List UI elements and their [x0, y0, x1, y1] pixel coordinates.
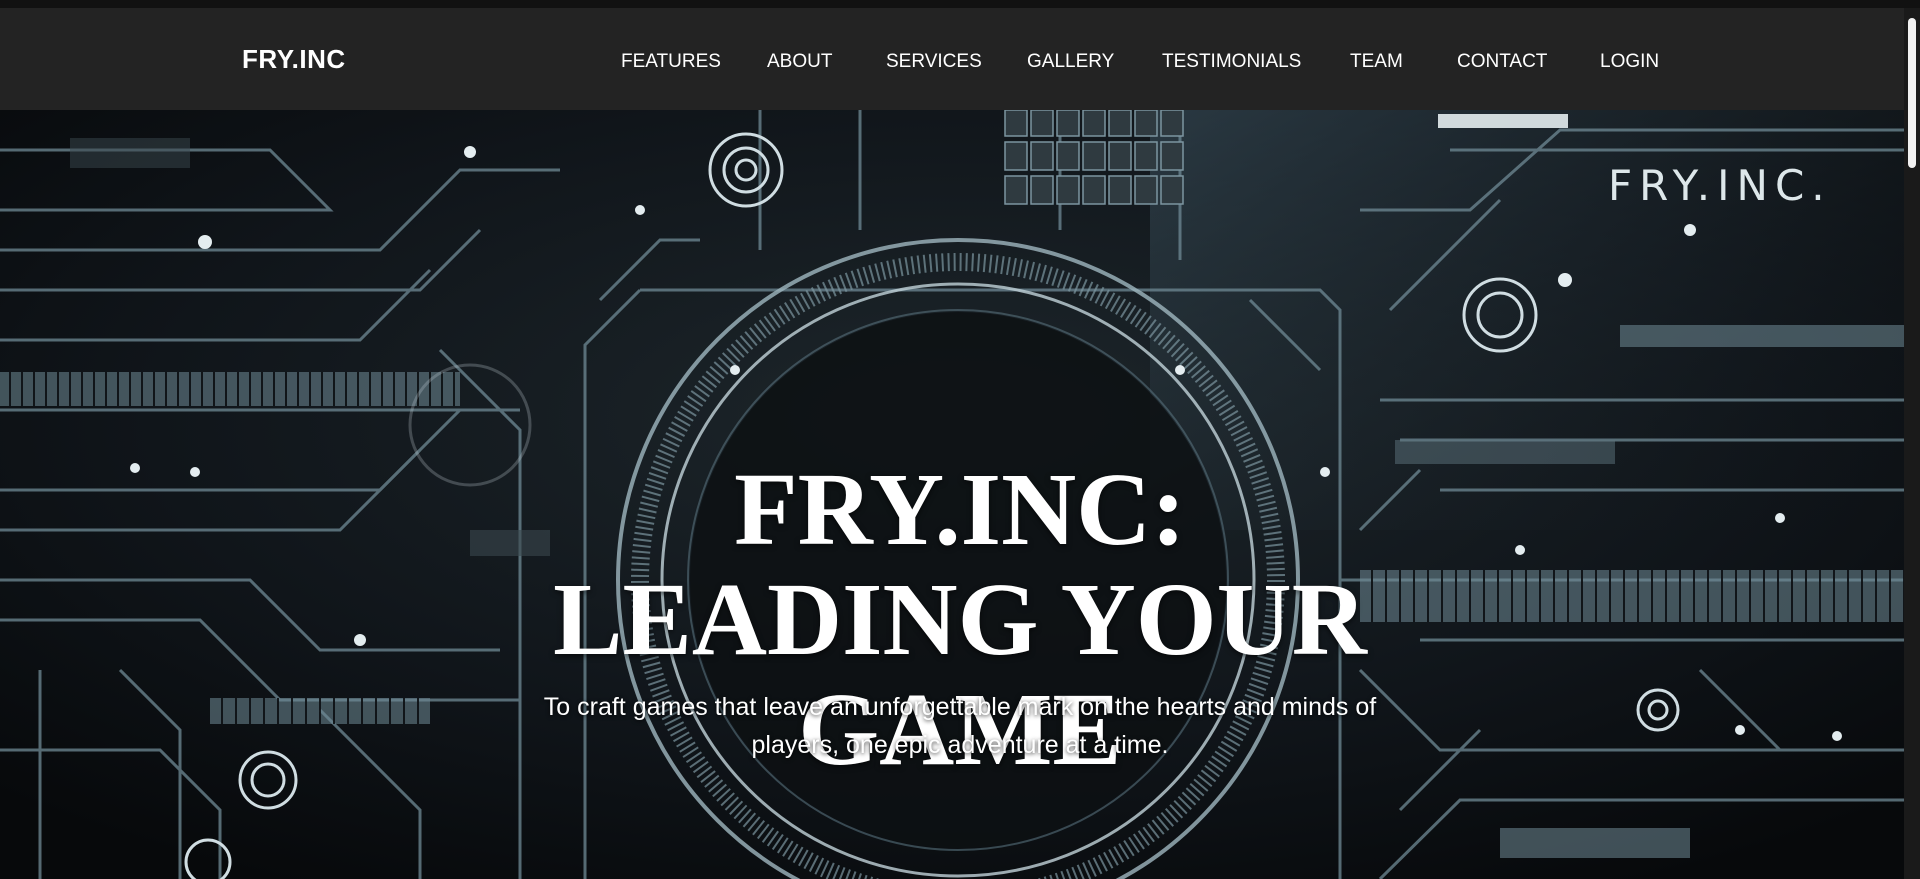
hero-title-line-2: LEADING YOUR: [553, 562, 1367, 677]
navbar: FRY.INC FEATURES ABOUT SERVICES GALLERY …: [0, 8, 1920, 110]
nav-menu: FEATURES ABOUT SERVICES GALLERY TESTIMON…: [0, 52, 1920, 82]
hero-watermark-logo: FRY.INC.: [1608, 161, 1832, 210]
nav-features[interactable]: FEATURES: [621, 52, 721, 71]
scrollbar-thumb[interactable]: [1908, 18, 1916, 168]
nav-testimonials[interactable]: TESTIMONIALS: [1162, 52, 1301, 71]
page: FRY.INC FEATURES ABOUT SERVICES GALLERY …: [0, 0, 1920, 879]
top-strip: [0, 0, 1920, 8]
page-scrollbar[interactable]: [1904, 8, 1920, 879]
nav-services[interactable]: SERVICES: [886, 52, 982, 71]
hero-subtitle: To craft games that leave an unforgettab…: [543, 693, 1377, 759]
nav-team[interactable]: TEAM: [1350, 52, 1403, 71]
nav-gallery[interactable]: GALLERY: [1027, 52, 1114, 71]
hero-title-line-1: FRY.INC:: [734, 452, 1186, 567]
nav-about[interactable]: ABOUT: [767, 52, 832, 71]
nav-login[interactable]: LOGIN: [1600, 52, 1659, 71]
nav-contact[interactable]: CONTACT: [1457, 52, 1547, 71]
